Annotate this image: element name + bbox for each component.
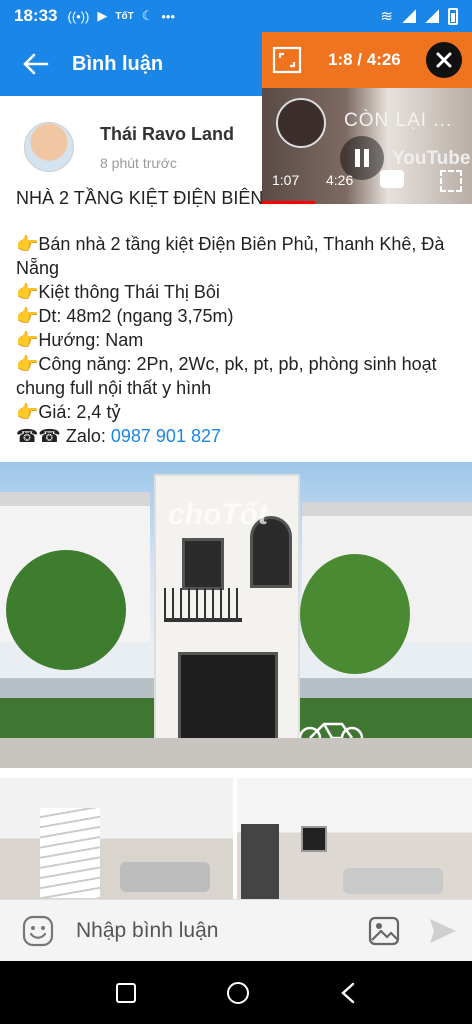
battery-icon — [448, 7, 458, 25]
send-icon — [430, 918, 456, 943]
cell-signal-2-icon — [425, 9, 439, 23]
status-bar: 18:33 ((•)) ▶ TốT ☾ ••• ≋ — [0, 0, 472, 32]
send-button[interactable] — [414, 917, 472, 945]
image-icon — [368, 916, 400, 945]
page-title: Bình luận — [72, 52, 164, 75]
cell-signal-icon — [402, 9, 416, 23]
signal-icon: ((•)) — [67, 8, 90, 24]
avatar[interactable] — [24, 122, 74, 172]
attach-image-button[interactable] — [354, 916, 414, 946]
post-author: Thái Ravo Land 8 phút trước — [0, 96, 472, 178]
contact-label: ☎☎ Zalo: — [16, 426, 111, 446]
more-icon: ••• — [161, 8, 175, 24]
post-line: 👉Kiệt thông Thái Thị Bôi — [16, 282, 220, 302]
post-line: 👉Giá: 2,4 tỷ — [16, 402, 121, 422]
post-line: 👉Công năng: 2Pn, 2Wc, pk, pt, pb, phòng … — [16, 354, 437, 398]
status-time: 18:33 — [14, 6, 58, 25]
post-time: 8 phút trước — [100, 154, 177, 171]
recent-apps-button[interactable] — [115, 982, 136, 1003]
post-line: 👉Hướng: Nam — [16, 330, 144, 350]
wifi-icon: ≋ — [380, 8, 393, 25]
video-header: 1:8 / 4:26 — [262, 32, 472, 88]
back-nav-button[interactable] — [340, 982, 356, 1004]
post-line: 👉Dt: 48m2 (ngang 3,75m) — [16, 306, 234, 326]
watermark: choTốt — [168, 498, 268, 531]
interior-photo-left[interactable] — [0, 778, 233, 899]
arrow-left-icon — [23, 53, 49, 75]
video-counter: 1:8 / 4:26 — [328, 50, 401, 69]
smiley-icon — [22, 915, 54, 946]
expand-icon[interactable] — [272, 46, 302, 74]
comment-bar: Nhập bình luận — [0, 899, 472, 961]
interior-photo-right[interactable] — [237, 778, 472, 899]
post-body: NHÀ 2 TẦNG KIỆT ĐIỆN BIÊN 👉Bán nhà 2 tần… — [0, 178, 472, 448]
system-nav-bar — [0, 961, 472, 1024]
status-app-icons: ((•)) ▶ TốT ☾ ••• — [67, 8, 175, 24]
phone-link[interactable]: 0987 901 827 — [111, 426, 221, 446]
close-icon — [436, 52, 452, 68]
post-heading: NHÀ 2 TẦNG KIỆT ĐIỆN BIÊN — [16, 188, 264, 208]
comment-content: Thái Ravo Land 8 phút trước NHÀ 2 TẦNG K… — [0, 96, 472, 899]
emoji-button[interactable] — [0, 915, 76, 947]
house-photo[interactable]: choTốt — [0, 462, 472, 768]
post-line: 👉Bán nhà 2 tầng kiệt Điện Biên Phủ, Than… — [16, 234, 445, 278]
back-button[interactable] — [0, 32, 72, 96]
author-name[interactable]: Thái Ravo Land — [100, 124, 234, 145]
moon-icon: ☾ — [141, 8, 154, 23]
comment-input[interactable]: Nhập bình luận — [76, 919, 354, 943]
play-icon: ▶ — [97, 8, 108, 23]
contact-line: ☎☎ Zalo: 0987 901 827 — [16, 424, 456, 448]
tot-icon: TốT — [115, 10, 134, 22]
close-video-button[interactable] — [426, 42, 462, 78]
home-button[interactable] — [226, 981, 249, 1004]
